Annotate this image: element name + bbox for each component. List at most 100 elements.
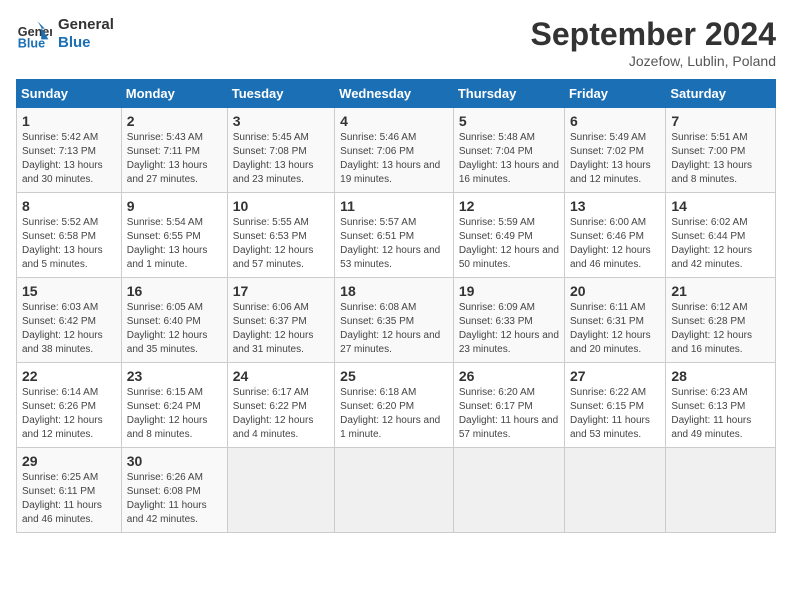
logo-blue: Blue <box>58 34 114 52</box>
day-number: 16 <box>127 283 222 299</box>
day-number: 7 <box>671 113 770 129</box>
weekday-header-thursday: Thursday <box>453 80 564 108</box>
calendar-cell: 27Sunrise: 6:22 AMSunset: 6:15 PMDayligh… <box>564 363 665 448</box>
day-info: Sunrise: 6:05 AMSunset: 6:40 PMDaylight:… <box>127 301 222 357</box>
day-info: Sunrise: 6:15 AMSunset: 6:24 PMDaylight:… <box>127 386 222 442</box>
calendar-cell <box>564 448 665 533</box>
calendar-cell: 22 Sunrise: 6:14 AMSunset: 6:26 PMDayligh… <box>17 363 122 448</box>
day-number: 15 <box>22 283 116 299</box>
day-number: 2 <box>127 113 222 129</box>
day-number: 20 <box>570 283 660 299</box>
weekday-header-tuesday: Tuesday <box>227 80 334 108</box>
day-info: Sunrise: 6:08 AMSunset: 6:35 PMDaylight:… <box>340 301 448 357</box>
calendar-cell: 18 Sunrise: 6:08 AMSunset: 6:35 PMDayligh… <box>335 278 454 363</box>
day-info: Sunrise: 5:46 AMSunset: 7:06 PMDaylight:… <box>340 131 448 187</box>
day-number: 10 <box>233 198 329 214</box>
calendar-cell <box>666 448 776 533</box>
calendar-cell: 23 Sunrise: 6:15 AMSunset: 6:24 PMDayligh… <box>121 363 227 448</box>
day-info: Sunrise: 5:42 AMSunset: 7:13 PMDaylight:… <box>22 131 116 187</box>
day-number: 29 <box>22 453 116 469</box>
day-info: Sunrise: 5:55 AMSunset: 6:53 PMDaylight:… <box>233 216 329 272</box>
day-number: 28 <box>671 368 770 384</box>
day-info: Sunrise: 6:17 AMSunset: 6:22 PMDaylight:… <box>233 386 329 442</box>
day-info: Sunrise: 6:20 AMSunset: 6:17 PMDaylight:… <box>459 386 559 442</box>
calendar-cell: 19Sunrise: 6:09 AMSunset: 6:33 PMDayligh… <box>453 278 564 363</box>
calendar-week-4: 22 Sunrise: 6:14 AMSunset: 6:26 PMDayligh… <box>17 363 776 448</box>
day-info: Sunrise: 5:49 AMSunset: 7:02 PMDaylight:… <box>570 131 660 187</box>
calendar-cell: 20 Sunrise: 6:11 AMSunset: 6:31 PMDayligh… <box>564 278 665 363</box>
day-info: Sunrise: 6:14 AMSunset: 6:26 PMDaylight:… <box>22 386 116 442</box>
day-info: Sunrise: 5:48 AMSunset: 7:04 PMDaylight:… <box>459 131 559 187</box>
day-number: 25 <box>340 368 448 384</box>
day-number: 11 <box>340 198 448 214</box>
day-info: Sunrise: 5:43 AMSunset: 7:11 PMDaylight:… <box>127 131 222 187</box>
calendar-cell: 13Sunrise: 6:00 AMSunset: 6:46 PMDayligh… <box>564 193 665 278</box>
calendar-cell: 29 Sunrise: 6:25 AMSunset: 6:11 PMDayligh… <box>17 448 122 533</box>
day-number: 1 <box>22 113 116 129</box>
calendar-cell: 28 Sunrise: 6:23 AMSunset: 6:13 PMDayligh… <box>666 363 776 448</box>
day-info: Sunrise: 5:51 AMSunset: 7:00 PMDaylight:… <box>671 131 770 187</box>
day-info: Sunrise: 6:25 AMSunset: 6:11 PMDaylight:… <box>22 471 116 527</box>
calendar-cell: 4 Sunrise: 5:46 AMSunset: 7:06 PMDaylight… <box>335 108 454 193</box>
calendar-cell: 10 Sunrise: 5:55 AMSunset: 6:53 PMDayligh… <box>227 193 334 278</box>
weekday-header-friday: Friday <box>564 80 665 108</box>
day-info: Sunrise: 6:22 AMSunset: 6:15 PMDaylight:… <box>570 386 660 442</box>
day-number: 9 <box>127 198 222 214</box>
day-info: Sunrise: 6:03 AMSunset: 6:42 PMDaylight:… <box>22 301 116 357</box>
day-number: 30 <box>127 453 222 469</box>
day-number: 24 <box>233 368 329 384</box>
calendar-cell <box>453 448 564 533</box>
calendar-cell: 21Sunrise: 6:12 AMSunset: 6:28 PMDayligh… <box>666 278 776 363</box>
calendar-cell: 9 Sunrise: 5:54 AMSunset: 6:55 PMDaylight… <box>121 193 227 278</box>
day-number: 14 <box>671 198 770 214</box>
calendar-cell: 2 Sunrise: 5:43 AMSunset: 7:11 PMDaylight… <box>121 108 227 193</box>
day-info: Sunrise: 6:00 AMSunset: 6:46 PMDaylight:… <box>570 216 660 272</box>
day-number: 22 <box>22 368 116 384</box>
calendar-cell: 3Sunrise: 5:45 AMSunset: 7:08 PMDaylight… <box>227 108 334 193</box>
svg-text:Blue: Blue <box>18 37 45 51</box>
day-info: Sunrise: 5:59 AMSunset: 6:49 PMDaylight:… <box>459 216 559 272</box>
day-number: 18 <box>340 283 448 299</box>
day-number: 6 <box>570 113 660 129</box>
calendar-week-5: 29 Sunrise: 6:25 AMSunset: 6:11 PMDayligh… <box>17 448 776 533</box>
page-header: General Blue General Blue September 2024… <box>16 16 776 69</box>
calendar-cell: 25 Sunrise: 6:18 AMSunset: 6:20 PMDayligh… <box>335 363 454 448</box>
logo: General Blue General Blue <box>16 16 114 52</box>
calendar-cell: 26Sunrise: 6:20 AMSunset: 6:17 PMDayligh… <box>453 363 564 448</box>
calendar-table: SundayMondayTuesdayWednesdayThursdayFrid… <box>16 79 776 533</box>
calendar-week-3: 15 Sunrise: 6:03 AMSunset: 6:42 PMDayligh… <box>17 278 776 363</box>
weekday-header-row: SundayMondayTuesdayWednesdayThursdayFrid… <box>17 80 776 108</box>
title-block: September 2024 Jozefow, Lublin, Poland <box>531 16 776 69</box>
day-info: Sunrise: 5:45 AMSunset: 7:08 PMDaylight:… <box>233 131 329 187</box>
location: Jozefow, Lublin, Poland <box>531 53 776 69</box>
weekday-header-saturday: Saturday <box>666 80 776 108</box>
calendar-cell <box>335 448 454 533</box>
month-title: September 2024 <box>531 16 776 53</box>
calendar-cell: 15 Sunrise: 6:03 AMSunset: 6:42 PMDayligh… <box>17 278 122 363</box>
calendar-cell: 7 Sunrise: 5:51 AMSunset: 7:00 PMDaylight… <box>666 108 776 193</box>
day-info: Sunrise: 6:11 AMSunset: 6:31 PMDaylight:… <box>570 301 660 357</box>
day-info: Sunrise: 5:54 AMSunset: 6:55 PMDaylight:… <box>127 216 222 272</box>
day-number: 12 <box>459 198 559 214</box>
day-info: Sunrise: 6:06 AMSunset: 6:37 PMDaylight:… <box>233 301 329 357</box>
calendar-cell: 12 Sunrise: 5:59 AMSunset: 6:49 PMDayligh… <box>453 193 564 278</box>
calendar-cell: 24 Sunrise: 6:17 AMSunset: 6:22 PMDayligh… <box>227 363 334 448</box>
day-info: Sunrise: 5:52 AMSunset: 6:58 PMDaylight:… <box>22 216 116 272</box>
day-info: Sunrise: 6:18 AMSunset: 6:20 PMDaylight:… <box>340 386 448 442</box>
logo-icon: General Blue <box>16 16 52 52</box>
day-info: Sunrise: 6:23 AMSunset: 6:13 PMDaylight:… <box>671 386 770 442</box>
day-number: 17 <box>233 283 329 299</box>
calendar-cell: 16 Sunrise: 6:05 AMSunset: 6:40 PMDayligh… <box>121 278 227 363</box>
day-number: 4 <box>340 113 448 129</box>
logo-general: General <box>58 16 114 34</box>
weekday-header-wednesday: Wednesday <box>335 80 454 108</box>
day-info: Sunrise: 6:02 AMSunset: 6:44 PMDaylight:… <box>671 216 770 272</box>
calendar-cell: 8Sunrise: 5:52 AMSunset: 6:58 PMDaylight… <box>17 193 122 278</box>
day-number: 5 <box>459 113 559 129</box>
calendar-cell: 11Sunrise: 5:57 AMSunset: 6:51 PMDayligh… <box>335 193 454 278</box>
day-info: Sunrise: 6:26 AMSunset: 6:08 PMDaylight:… <box>127 471 222 527</box>
weekday-header-sunday: Sunday <box>17 80 122 108</box>
calendar-week-1: 1 Sunrise: 5:42 AMSunset: 7:13 PMDaylight… <box>17 108 776 193</box>
calendar-cell: 6 Sunrise: 5:49 AMSunset: 7:02 PMDaylight… <box>564 108 665 193</box>
day-number: 23 <box>127 368 222 384</box>
